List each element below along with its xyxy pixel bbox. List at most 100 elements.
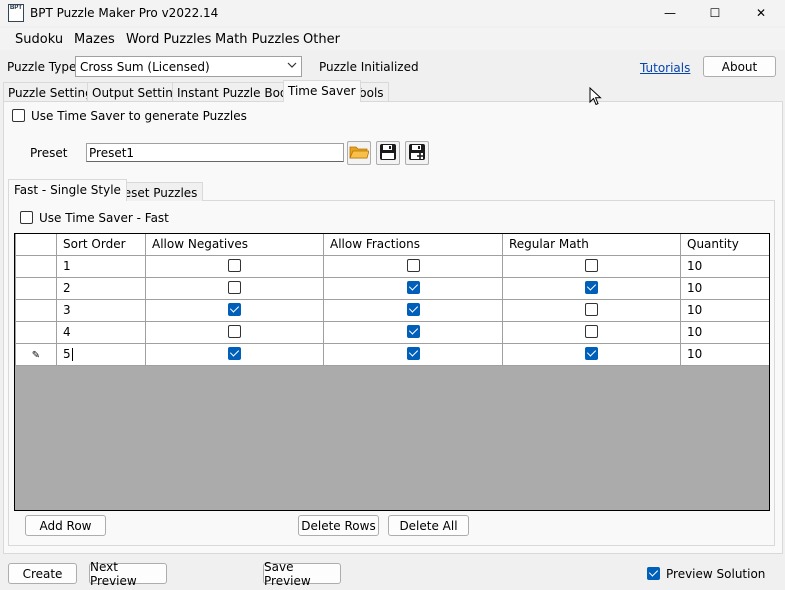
settings-grid[interactable]: Sort Order Allow Negatives Allow Fractio… (14, 233, 770, 511)
pencil-icon: ✎ (31, 350, 41, 361)
sort-order-cell[interactable]: 3 (56, 298, 146, 322)
table-row[interactable]: 1 10 (15, 254, 769, 278)
window-title: BPT Puzzle Maker Pro v2022.14 (30, 6, 219, 20)
allow-negatives-checkbox[interactable] (228, 281, 241, 294)
allow-fractions-checkbox[interactable] (406, 325, 420, 338)
save-as-icon (408, 143, 426, 164)
sort-order-cell[interactable]: 1 (56, 254, 146, 278)
save-preview-button[interactable]: Save Preview (263, 560, 341, 588)
row-header[interactable] (15, 320, 57, 344)
chevron-down-icon (287, 58, 297, 75)
quantity-cell[interactable]: 10 (680, 254, 769, 278)
use-time-saver-label: Use Time Saver to generate Puzzles (31, 109, 247, 123)
regular-math-checkbox[interactable] (585, 259, 598, 272)
allow-negatives-cell[interactable] (145, 320, 324, 344)
column-header-quantity[interactable]: Quantity (680, 234, 769, 256)
puzzle-type-select[interactable]: Cross Sum (Licensed) (75, 56, 302, 77)
allow-negatives-checkbox[interactable] (228, 325, 241, 338)
column-header-regular-math[interactable]: Regular Math (502, 234, 681, 256)
regular-math-checkbox[interactable] (585, 281, 598, 294)
tab-time-saver[interactable]: Time Saver (283, 80, 361, 102)
allow-fractions-checkbox[interactable] (406, 347, 420, 360)
table-row[interactable]: 3 10 (15, 298, 769, 322)
quantity-cell[interactable]: 10 (680, 276, 769, 300)
allow-fractions-checkbox[interactable] (406, 281, 420, 294)
minimize-button[interactable]: — (647, 0, 693, 26)
allow-fractions-cell[interactable] (323, 298, 503, 322)
column-header-sort-order[interactable]: Sort Order (56, 234, 146, 256)
table-row[interactable]: 4 10 (15, 320, 769, 344)
allow-negatives-cell[interactable] (145, 254, 324, 278)
sort-order-cell[interactable]: 4 (56, 320, 146, 344)
next-preview-button[interactable]: Next Preview (89, 560, 167, 588)
save-preset-button[interactable] (376, 141, 400, 165)
sort-order-edit-value: 5 (63, 347, 71, 361)
regular-math-checkbox[interactable] (585, 347, 598, 360)
delete-rows-button[interactable]: Delete Rows (298, 515, 379, 536)
allow-fractions-cell[interactable] (323, 320, 503, 344)
allow-fractions-cell[interactable] (323, 254, 503, 278)
row-header[interactable] (15, 276, 57, 300)
row-header[interactable] (15, 254, 57, 278)
save-as-preset-button[interactable] (405, 141, 429, 165)
quantity-cell[interactable]: 10 (680, 298, 769, 322)
regular-math-cell[interactable] (502, 320, 681, 344)
preset-input[interactable]: Preset1 (86, 143, 344, 162)
folder-icon (349, 144, 370, 163)
menu-sudoku[interactable]: Sudoku (15, 32, 63, 47)
status-text: Puzzle Initialized (319, 60, 419, 74)
allow-negatives-checkbox[interactable] (228, 303, 241, 316)
regular-math-cell[interactable] (502, 342, 681, 366)
create-button[interactable]: Create (8, 563, 77, 584)
allow-fractions-cell[interactable] (323, 276, 503, 300)
preview-solution-checkbox[interactable] (647, 567, 660, 580)
delete-all-button[interactable]: Delete All (388, 515, 469, 536)
about-button[interactable]: About (703, 56, 776, 77)
app-icon: BPT (8, 4, 24, 22)
tutorials-link[interactable]: Tutorials (640, 61, 690, 75)
quantity-cell[interactable]: 10 (680, 320, 769, 344)
menu-word-puzzles[interactable]: Word Puzzles (126, 32, 211, 47)
use-time-saver-fast-checkbox[interactable] (20, 211, 33, 224)
maximize-button[interactable]: ☐ (692, 0, 738, 26)
quantity-cell[interactable]: 10 (680, 342, 769, 366)
puzzle-type-value: Cross Sum (Licensed) (80, 60, 210, 74)
regular-math-checkbox[interactable] (585, 303, 598, 316)
preview-solution-label: Preview Solution (666, 567, 766, 581)
allow-negatives-checkbox[interactable] (228, 259, 241, 272)
row-header[interactable] (15, 298, 57, 322)
allow-fractions-cell[interactable] (323, 342, 503, 366)
row-header-editing[interactable]: ✎ (15, 342, 57, 366)
allow-negatives-cell[interactable] (145, 276, 324, 300)
regular-math-cell[interactable] (502, 276, 681, 300)
column-header-allow-fractions[interactable]: Allow Fractions (323, 234, 503, 256)
menu-bar (0, 28, 785, 50)
open-folder-button[interactable] (347, 141, 371, 165)
regular-math-checkbox[interactable] (585, 325, 598, 338)
allow-negatives-cell[interactable] (145, 342, 324, 366)
regular-math-cell[interactable] (502, 254, 681, 278)
menu-math-puzzles[interactable]: Math Puzzles (215, 32, 300, 47)
menu-mazes[interactable]: Mazes (74, 32, 115, 47)
grid-header-row: Sort Order Allow Negatives Allow Fractio… (15, 234, 769, 256)
table-row[interactable]: ✎ 5 10 (15, 342, 769, 366)
save-icon (379, 143, 397, 164)
allow-negatives-cell[interactable] (145, 298, 324, 322)
column-header-allow-negatives[interactable]: Allow Negatives (145, 234, 324, 256)
allow-negatives-checkbox[interactable] (228, 347, 241, 360)
allow-fractions-checkbox[interactable] (406, 303, 420, 316)
tab-fast-single-style[interactable]: Fast - Single Style (8, 179, 127, 201)
preset-label: Preset (30, 146, 68, 160)
text-caret (71, 348, 73, 361)
sort-order-cell[interactable]: 5 (56, 342, 146, 366)
menu-other[interactable]: Other (303, 32, 340, 47)
close-button[interactable]: ✕ (738, 0, 784, 26)
table-row[interactable]: 2 10 (15, 276, 769, 300)
use-time-saver-checkbox[interactable] (12, 109, 25, 122)
allow-fractions-checkbox[interactable] (406, 259, 420, 272)
add-row-button[interactable]: Add Row (25, 515, 106, 536)
mouse-cursor-icon (589, 86, 603, 110)
regular-math-cell[interactable] (502, 298, 681, 322)
sort-order-cell[interactable]: 2 (56, 276, 146, 300)
puzzle-type-label: Puzzle Type (7, 60, 77, 74)
